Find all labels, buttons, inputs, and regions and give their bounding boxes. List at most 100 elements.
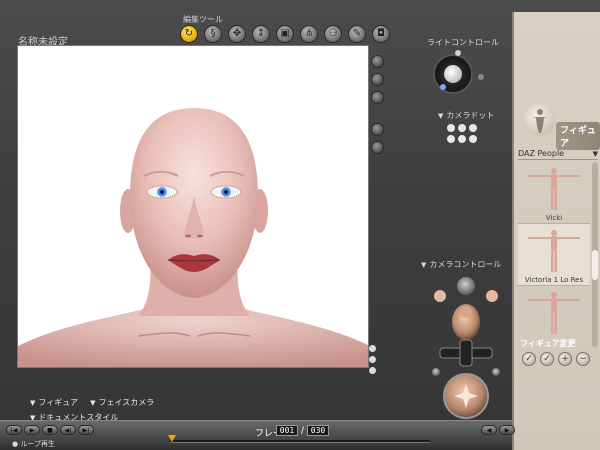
face-camera-dropdown[interactable]: ▼ フェイスカメラ [90,397,154,408]
next-icon: ▶ [504,427,510,434]
light-handle-icon[interactable] [440,84,446,90]
step-back-icon: ◀| [64,427,72,434]
camera-dots-grid [447,124,477,143]
rotate-tool-button[interactable]: ↻ [180,25,198,43]
shadow-toggle-icon[interactable] [371,91,384,104]
bottom-tabs: ▼ フィギュア ▼ フェイスカメラ [30,397,154,408]
camera-dot[interactable] [469,124,477,132]
go-to-end-button[interactable]: ▶| [78,425,94,435]
light-control-dial[interactable] [433,54,473,94]
triangle-down-icon: ▼ [438,112,444,120]
edit-tools-label: 編集ツール [183,15,223,24]
figure-thumbnail [528,168,580,210]
keyframe-nav: ◀ ▶ [481,425,515,435]
skip-forward-icon: ▶| [82,427,90,434]
taper-tool-button[interactable]: ⋔ [300,25,318,43]
render-style-icon[interactable] [371,55,384,68]
figure-list-scrollbar[interactable] [592,162,598,347]
camera-dot[interactable] [447,124,455,132]
play-button[interactable]: ▶ [24,425,40,435]
figure-category-select[interactable]: DAZ People ▼ [518,148,598,160]
timeline-scrubber[interactable] [168,435,430,443]
camera-dot[interactable] [469,135,477,143]
animation-timeline: |◀ ▶ ■ ◀| ▶| ● ループ再生 フレーム: 001 / 030 ◀ ▶ [0,420,515,450]
document-viewport[interactable] [17,45,369,368]
figure-item-name: Victoria 1 Lo Res [524,276,584,284]
camera-control-graphic [432,277,500,419]
grab-icon: ◘ [377,28,385,39]
scale-icon: ▣ [280,28,290,39]
chain-icon: ⚇ [328,28,338,39]
chain-tool-button[interactable]: ⚇ [324,25,342,43]
taper-icon: ⋔ [304,28,314,39]
view-mode-dots [369,345,376,374]
sphere-display-icon[interactable] [371,123,384,136]
apply-check-button[interactable]: ✓ [522,352,536,366]
move-tool-button[interactable]: ✥ [228,25,246,43]
remove-from-library-button[interactable]: − [576,352,590,366]
camera-dots-label: ▼ カメラドット [438,111,495,120]
library-panel: フィギュア DAZ People ▼ Vicki Victoria 1 Lo R… [512,12,600,450]
view-dot[interactable] [369,367,376,374]
camera-dot[interactable] [458,135,466,143]
camera-control-widget[interactable] [430,274,510,419]
camera-dot[interactable] [447,135,455,143]
triangle-down-icon: ▼ [30,399,36,407]
figure-item-victoria-lo-res[interactable]: Victoria 1 Lo Res [518,224,590,286]
check-icon: ✓ [525,353,533,364]
twist-icon: § [210,28,216,39]
figure-category-label: DAZ People [518,149,565,158]
scale-tool-button[interactable]: ▣ [276,25,294,43]
scrollbar-thumb[interactable] [592,250,598,280]
person-icon [533,109,547,133]
figure-change-buttons: ✓ ✓ + − [522,352,590,366]
figure-item-vicki[interactable]: Vicki [518,162,590,224]
play-icon: ▶ [29,427,35,434]
prev-keyframe-button[interactable]: ◀ [481,425,497,435]
figure-item-name: Vicki [545,214,563,222]
triangle-down-icon: ▼ [592,149,598,158]
figure-tab-label[interactable]: フィギュア [556,122,600,150]
view-dot[interactable] [369,356,376,363]
apply-multi-check-button[interactable]: ✓ [540,352,554,366]
next-keyframe-button[interactable]: ▶ [499,425,515,435]
light-control-label: ライトコントロール [427,38,499,47]
step-back-button[interactable]: ◀| [60,425,76,435]
translate-tool-button[interactable]: ⇕ [252,25,270,43]
stop-icon: ■ [47,427,53,434]
translate-icon: ⇕ [256,28,266,39]
color-icon: ✎ [352,28,362,39]
figure-dropdown[interactable]: ▼ フィギュア [30,397,78,408]
stop-button[interactable]: ■ [42,425,58,435]
light-sphere-icon[interactable] [371,141,384,154]
total-frames-field[interactable]: 030 [307,425,329,436]
head-render [18,108,368,367]
light-handle-icon[interactable] [478,74,484,80]
twist-tool-button[interactable]: § [204,25,222,43]
grab-tool-button[interactable]: ◘ [372,25,390,43]
camera-control-label: ▼ カメラコントロール [421,260,502,269]
loop-playback-label[interactable]: ● ループ再生 [12,439,55,449]
figure-change-label: フィギュア変更 [520,339,576,348]
go-to-start-button[interactable]: |◀ [6,425,22,435]
right-hand-camera-icon [486,290,498,302]
figure-thumbnail [528,292,580,334]
box-display-icon[interactable] [371,73,384,86]
poser-app-window: 名称未設定 編集ツール ↻ § ✥ ⇕ ▣ ⋔ ⚇ ✎ ◘ ▼ フィギュア ▼ … [0,0,600,450]
add-to-library-button[interactable]: + [558,352,572,366]
left-hand-camera-icon [434,290,446,302]
current-frame-field[interactable]: 001 [276,425,298,436]
triangle-down-icon: ▼ [421,261,427,269]
prev-icon: ◀ [486,427,492,434]
timeline-playhead[interactable] [168,435,176,442]
camera-dot[interactable] [458,124,466,132]
view-dot[interactable] [369,345,376,352]
move-icon: ✥ [232,28,242,39]
plus-icon: + [561,353,569,364]
light-handle-icon[interactable] [455,50,461,56]
camera-face-icon [457,277,475,295]
light-bulb-icon [444,65,462,83]
figure-category-icon[interactable] [524,104,556,136]
color-tool-button[interactable]: ✎ [348,25,366,43]
minus-icon: − [579,353,587,364]
